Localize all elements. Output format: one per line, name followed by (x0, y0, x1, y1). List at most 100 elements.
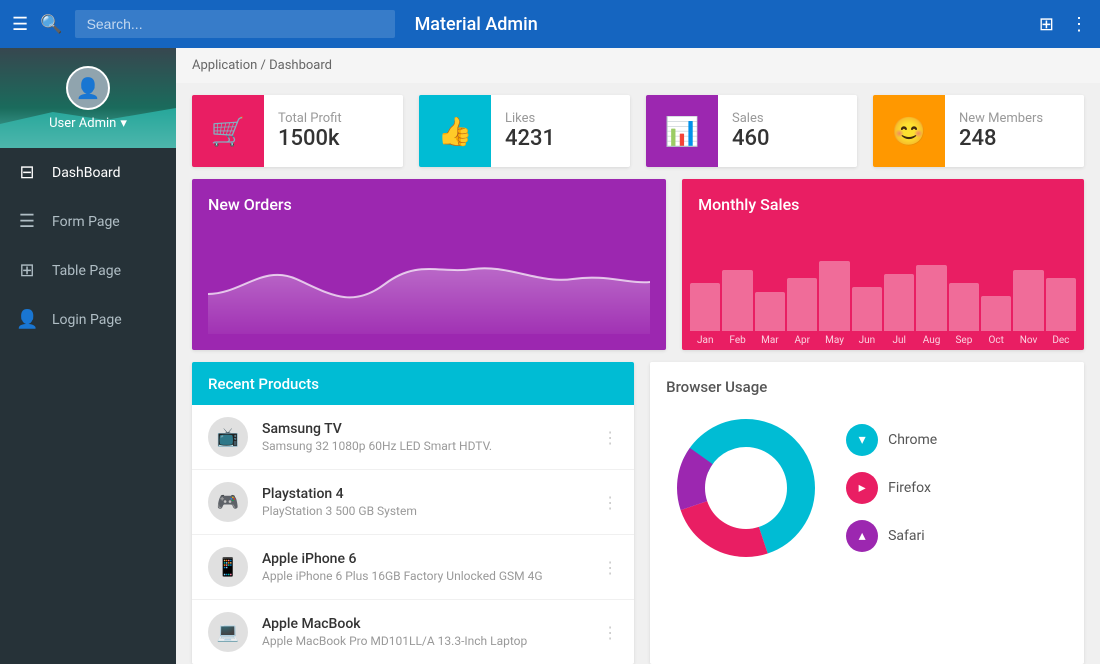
content-area: Application / Dashboard 🛒 Total Profit 1… (176, 48, 1100, 664)
sidebar: 👤 User Admin ▾ ⊟ DashBoard ☰ Form Page ⊞… (0, 48, 176, 664)
product-more-2[interactable]: ⋮ (602, 558, 618, 577)
product-more-3[interactable]: ⋮ (602, 623, 618, 642)
bar-oct (981, 296, 1011, 331)
sidebar-item-form[interactable]: ☰ Form Page (0, 197, 176, 246)
product-icon-2: 📱 (208, 547, 248, 587)
bar-nov (1013, 270, 1043, 331)
bar-sep (949, 283, 979, 331)
bar-jun (852, 287, 882, 331)
bar-col-mar: Mar (755, 292, 785, 350)
sidebar-item-table[interactable]: ⊞ Table Page (0, 246, 176, 295)
stat-card-likes: 👍 Likes 4231 (419, 95, 630, 167)
menu-icon[interactable]: ☰ (12, 14, 28, 35)
bar-col-may: May (819, 261, 849, 350)
bottom-row: Recent Products 📺 Samsung TV Samsung 32 … (176, 362, 1100, 664)
mid-row: New Orders Monthly Sal (176, 179, 1100, 362)
bar-label-apr: Apr (794, 335, 810, 350)
bar-label-jan: Jan (697, 335, 713, 350)
dashboard-icon: ⊟ (16, 162, 38, 183)
sidebar-item-login[interactable]: 👤 Login Page (0, 295, 176, 344)
sidebar-username: User Admin ▾ (49, 116, 127, 131)
bar-aug (916, 265, 946, 331)
product-icon-3: 💻 (208, 612, 248, 652)
bar-col-feb: Feb (722, 270, 752, 350)
stat-label-total-profit: Total Profit (278, 111, 342, 126)
stat-card-sales: 📊 Sales 460 (646, 95, 857, 167)
stat-icon-total-profit: 🛒 (192, 95, 264, 167)
bar-label-jul: Jul (892, 335, 905, 350)
browser-chart-area: ▾ Chrome ▸ Firefox ▴ Safari (666, 408, 1068, 568)
legend-item-firefox: ▸ Firefox (846, 472, 937, 504)
stat-card-total-profit: 🛒 Total Profit 1500k (192, 95, 403, 167)
product-item-3: 💻 Apple MacBook Apple MacBook Pro MD101L… (192, 600, 634, 664)
monthly-sales-title: Monthly Sales (682, 195, 1084, 224)
product-item-2: 📱 Apple iPhone 6 Apple iPhone 6 Plus 16G… (192, 535, 634, 600)
stat-value-total-profit: 1500k (278, 126, 342, 151)
stat-value-likes: 4231 (505, 126, 555, 151)
stat-info-likes: Likes 4231 (491, 95, 569, 167)
product-info-3: Apple MacBook Apple MacBook Pro MD101LL/… (262, 616, 588, 648)
product-more-1[interactable]: ⋮ (602, 493, 618, 512)
stats-row: 🛒 Total Profit 1500k 👍 Likes 4231 📊 Sale… (176, 83, 1100, 179)
bar-jan (690, 283, 720, 331)
breadcrumb: Application / Dashboard (176, 48, 1100, 83)
donut-chart (666, 408, 826, 568)
bar-feb (722, 270, 752, 331)
bar-col-oct: Oct (981, 296, 1011, 350)
bar-label-jun: Jun (859, 335, 876, 350)
product-icon-0: 📺 (208, 417, 248, 457)
product-more-0[interactable]: ⋮ (602, 428, 618, 447)
bar-col-jan: Jan (690, 283, 720, 350)
product-info-2: Apple iPhone 6 Apple iPhone 6 Plus 16GB … (262, 551, 588, 583)
bar-col-nov: Nov (1013, 270, 1043, 350)
bar-mar (755, 292, 785, 331)
search-icon[interactable]: 🔍 (40, 14, 62, 35)
stat-icon-new-members: 😊 (873, 95, 945, 167)
legend-label-chrome: Chrome (888, 432, 937, 448)
search-input[interactable] (75, 10, 395, 38)
product-desc-1: PlayStation 3 500 GB System (262, 504, 588, 518)
monthly-sales-card: Monthly Sales Jan Feb Mar Apr May Jun Jul AugSe… (682, 179, 1084, 350)
product-item-0: 📺 Samsung TV Samsung 32 1080p 60Hz LED S… (192, 405, 634, 470)
bar-label-may: May (825, 335, 844, 350)
stat-info-new-members: New Members 248 (945, 95, 1057, 167)
recent-products-header: Recent Products (192, 362, 634, 405)
bar-apr (787, 278, 817, 331)
product-name-3: Apple MacBook (262, 616, 588, 632)
sidebar-item-dashboard[interactable]: ⊟ DashBoard (0, 148, 176, 197)
topbar: ☰ 🔍 Material Admin ⊞ ⋮ (0, 0, 1100, 48)
more-icon[interactable]: ⋮ (1070, 14, 1088, 35)
bar-label-nov: Nov (1020, 335, 1038, 350)
bar-col-jun: Jun (852, 287, 882, 350)
legend-icon-safari: ▴ (846, 520, 878, 552)
stat-card-new-members: 😊 New Members 248 (873, 95, 1084, 167)
sidebar-item-label: Login Page (52, 312, 122, 328)
table-icon: ⊞ (16, 260, 38, 281)
product-name-1: Playstation 4 (262, 486, 588, 502)
grid-icon[interactable]: ⊞ (1039, 14, 1054, 35)
stat-label-likes: Likes (505, 111, 555, 126)
avatar: 👤 (66, 66, 110, 110)
stat-value-sales: 460 (732, 126, 770, 151)
bar-col-apr: Apr (787, 278, 817, 350)
product-info-0: Samsung TV Samsung 32 1080p 60Hz LED Sma… (262, 421, 588, 453)
stat-info-sales: Sales 460 (718, 95, 784, 167)
stat-label-sales: Sales (732, 111, 770, 126)
bar-label-oct: Oct (989, 335, 1004, 350)
legend-label-firefox: Firefox (888, 480, 931, 496)
browser-legend: ▾ Chrome ▸ Firefox ▴ Safari (846, 424, 937, 552)
sidebar-user: 👤 User Admin ▾ (0, 48, 176, 148)
legend-item-safari: ▴ Safari (846, 520, 937, 552)
new-orders-title: New Orders (208, 195, 650, 214)
legend-icon-firefox: ▸ (846, 472, 878, 504)
product-list: 📺 Samsung TV Samsung 32 1080p 60Hz LED S… (192, 405, 634, 664)
main-layout: 👤 User Admin ▾ ⊟ DashBoard ☰ Form Page ⊞… (0, 48, 1100, 664)
new-orders-card: New Orders (192, 179, 666, 350)
topbar-actions: ⊞ ⋮ (1039, 14, 1088, 35)
bar-col-sep: Sep (949, 283, 979, 350)
legend-label-safari: Safari (888, 528, 925, 544)
bar-col-aug: Aug (916, 265, 946, 350)
bar-label-mar: Mar (761, 335, 779, 350)
bar-col-jul: Jul (884, 274, 914, 350)
bar-label-feb: Feb (729, 335, 745, 350)
